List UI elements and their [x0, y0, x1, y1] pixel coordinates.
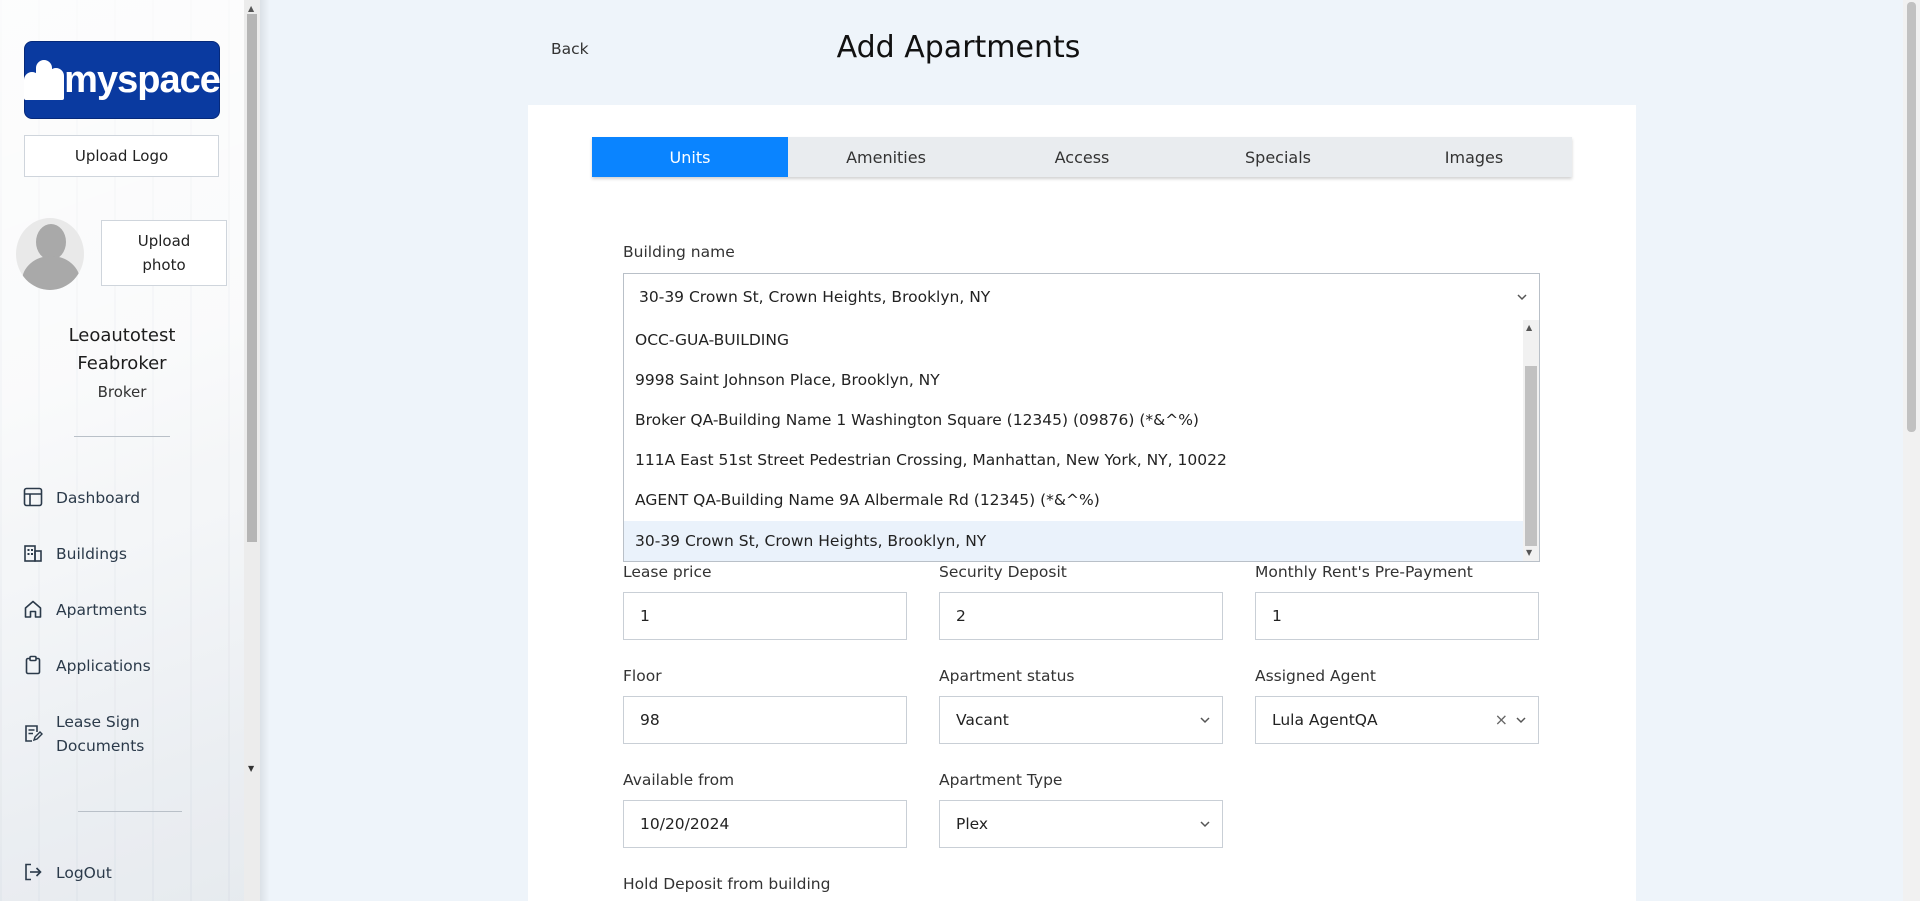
tab-access[interactable]: Access: [984, 137, 1180, 177]
chevron-down-icon: [1200, 717, 1210, 724]
user-last-name: Feabroker: [77, 353, 167, 374]
floor-input[interactable]: 98: [623, 696, 907, 744]
user-role: Broker: [97, 383, 147, 401]
apartment-status-label: Apartment status: [939, 667, 1075, 685]
user-first-name: Leoautotest: [68, 325, 176, 346]
sidebar-item-label: Lease Sign Documents: [56, 710, 144, 758]
sidebar-divider: [74, 436, 170, 437]
clipboard-icon: [22, 654, 44, 676]
tab-images[interactable]: Images: [1376, 137, 1572, 177]
tab-units[interactable]: Units: [592, 137, 788, 177]
scroll-up-arrow-icon[interactable]: ▲: [1526, 323, 1532, 332]
sidebar-item-applications[interactable]: Applications: [22, 654, 151, 678]
logout-button[interactable]: LogOut: [22, 861, 112, 885]
document-edit-icon: [22, 722, 44, 744]
building-name-label: Building name: [623, 243, 735, 261]
scroll-down-arrow-icon[interactable]: ▼: [248, 764, 254, 773]
building-name-value: 30-39 Crown St, Crown Heights, Brooklyn,…: [639, 288, 991, 306]
user-name: Leoautotest Feabroker: [0, 322, 244, 378]
upload-photo-label-line2: photo: [142, 256, 186, 274]
sidebar-item-dashboard[interactable]: Dashboard: [22, 486, 140, 510]
sidebar-item-label: Apartments: [56, 601, 148, 619]
sidebar-divider: [78, 811, 182, 812]
prepayment-input[interactable]: 1: [1255, 592, 1539, 640]
chevron-down-icon: [1517, 294, 1527, 301]
sidebar-scrollbar-thumb[interactable]: [247, 14, 257, 542]
apartment-type-select[interactable]: Plex: [939, 800, 1223, 848]
apartment-status-value: Vacant: [956, 711, 1009, 729]
upload-photo-button[interactable]: Upload photo: [101, 220, 227, 286]
sidebar-item-label: Dashboard: [56, 489, 141, 507]
sidebar-item-label: Applications: [56, 657, 151, 675]
scroll-down-arrow-icon[interactable]: ▼: [1526, 548, 1532, 557]
dropdown-scrollbar[interactable]: ▲ ▼: [1523, 320, 1539, 561]
sidebar: myspace Upload Logo Upload photo Leoauto…: [0, 0, 260, 901]
lease-label-line2: Documents: [56, 737, 145, 755]
prepayment-label: Monthly Rent's Pre-Payment: [1255, 563, 1473, 581]
security-deposit-label: Security Deposit: [939, 563, 1067, 581]
logo-figures-icon: [24, 60, 65, 100]
tab-bar: Units Amenities Access Specials Images: [592, 137, 1572, 177]
dropdown-option[interactable]: AGENT QA-Building Name 9A Albermale Rd (…: [624, 480, 1524, 520]
assigned-agent-select[interactable]: Lula AgentQA ×: [1255, 696, 1539, 744]
sidebar-content: myspace Upload Logo Upload photo Leoauto…: [0, 0, 244, 901]
apartment-type-value: Plex: [956, 815, 989, 833]
security-deposit-input[interactable]: 2: [939, 592, 1223, 640]
assigned-agent-value: Lula AgentQA: [1272, 711, 1378, 729]
dashboard-icon: [22, 486, 44, 508]
dropdown-option[interactable]: Broker QA-Building Name 1 Washington Squ…: [624, 400, 1524, 440]
chevron-down-icon: [1200, 821, 1210, 828]
dropdown-option-selected[interactable]: 30-39 Crown St, Crown Heights, Brooklyn,…: [624, 521, 1524, 561]
sidebar-item-buildings[interactable]: Buildings: [22, 542, 127, 566]
apartment-type-label: Apartment Type: [939, 771, 1063, 789]
page-title-wrapper: Add Apartments: [0, 30, 1920, 65]
lease-price-label: Lease price: [623, 563, 712, 581]
lease-price-input[interactable]: 1: [623, 592, 907, 640]
upload-photo-label-line1: Upload: [137, 232, 191, 250]
sidebar-item-label: Buildings: [56, 545, 127, 563]
floor-label: Floor: [623, 667, 662, 685]
available-from-input[interactable]: 10/20/2024: [623, 800, 907, 848]
dropdown-option[interactable]: OCC-GUA-BUILDING: [624, 320, 1524, 360]
close-icon[interactable]: ×: [1495, 710, 1508, 729]
hold-deposit-label: Hold Deposit from building: [623, 875, 831, 893]
sidebar-shadow: [260, 0, 270, 901]
dropdown-option[interactable]: 9998 Saint Johnson Place, Brooklyn, NY: [624, 360, 1524, 400]
available-from-label: Available from: [623, 771, 735, 789]
building-name-dropdown: OCC-GUA-BUILDING 9998 Saint Johnson Plac…: [623, 320, 1540, 562]
sidebar-item-apartments[interactable]: Apartments: [22, 598, 147, 622]
dropdown-option[interactable]: 111A East 51st Street Pedestrian Crossin…: [624, 440, 1524, 480]
building-name-select[interactable]: 30-39 Crown St, Crown Heights, Brooklyn,…: [623, 273, 1540, 321]
logout-icon: [22, 861, 44, 883]
assigned-agent-label: Assigned Agent: [1255, 667, 1376, 685]
avatar: [16, 218, 84, 290]
sidebar-item-lease-sign-documents[interactable]: Lease Sign Documents: [22, 710, 144, 758]
upload-logo-button[interactable]: Upload Logo: [24, 135, 219, 177]
home-icon: [22, 598, 44, 620]
buildings-icon: [22, 542, 44, 564]
scroll-up-arrow-icon[interactable]: ▲: [248, 4, 254, 13]
apartment-status-select[interactable]: Vacant: [939, 696, 1223, 744]
sidebar-scrollbar[interactable]: ▲ ▼: [244, 0, 260, 901]
sidebar-item-label: LogOut: [56, 864, 112, 882]
page-scrollbar[interactable]: [1903, 0, 1920, 901]
lease-label-line1: Lease Sign: [56, 713, 140, 731]
tab-specials[interactable]: Specials: [1180, 137, 1376, 177]
chevron-down-icon: [1516, 717, 1526, 724]
page-scrollbar-thumb[interactable]: [1907, 2, 1916, 432]
page-title: Add Apartments: [836, 30, 1081, 65]
tab-amenities[interactable]: Amenities: [788, 137, 984, 177]
dropdown-scrollbar-thumb[interactable]: [1525, 366, 1537, 546]
